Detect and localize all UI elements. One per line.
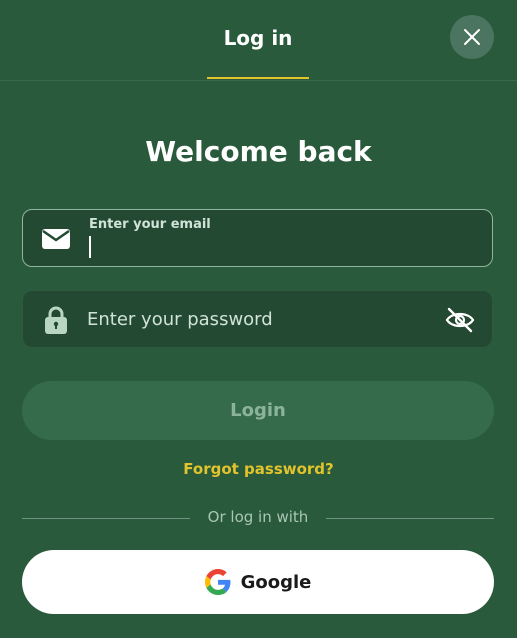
close-button[interactable]	[450, 15, 494, 59]
google-login-button[interactable]: Google	[22, 550, 494, 614]
divider-line-left	[22, 518, 190, 519]
page-title: Welcome back	[145, 135, 372, 168]
modal-header: Log in	[0, 0, 517, 81]
divider-line-right	[326, 518, 494, 519]
eye-off-icon	[445, 307, 475, 333]
email-label: Enter your email	[89, 217, 211, 232]
tab-login[interactable]: Log in	[207, 26, 309, 79]
google-logo-icon	[204, 569, 231, 595]
toggle-password-visibility[interactable]	[443, 303, 477, 337]
password-input[interactable]	[87, 306, 427, 332]
close-icon	[464, 29, 480, 45]
email-input[interactable]	[87, 234, 467, 260]
login-button[interactable]: Login	[22, 381, 494, 440]
text-caret	[89, 236, 91, 258]
google-button-label: Google	[240, 571, 312, 593]
mail-icon	[41, 224, 71, 254]
divider-text: Or log in with	[207, 508, 309, 526]
forgot-password-link[interactable]: Forgot password?	[0, 460, 517, 478]
lock-icon	[41, 305, 71, 335]
email-field[interactable]: Enter your email	[22, 209, 493, 267]
password-field[interactable]	[22, 290, 493, 348]
